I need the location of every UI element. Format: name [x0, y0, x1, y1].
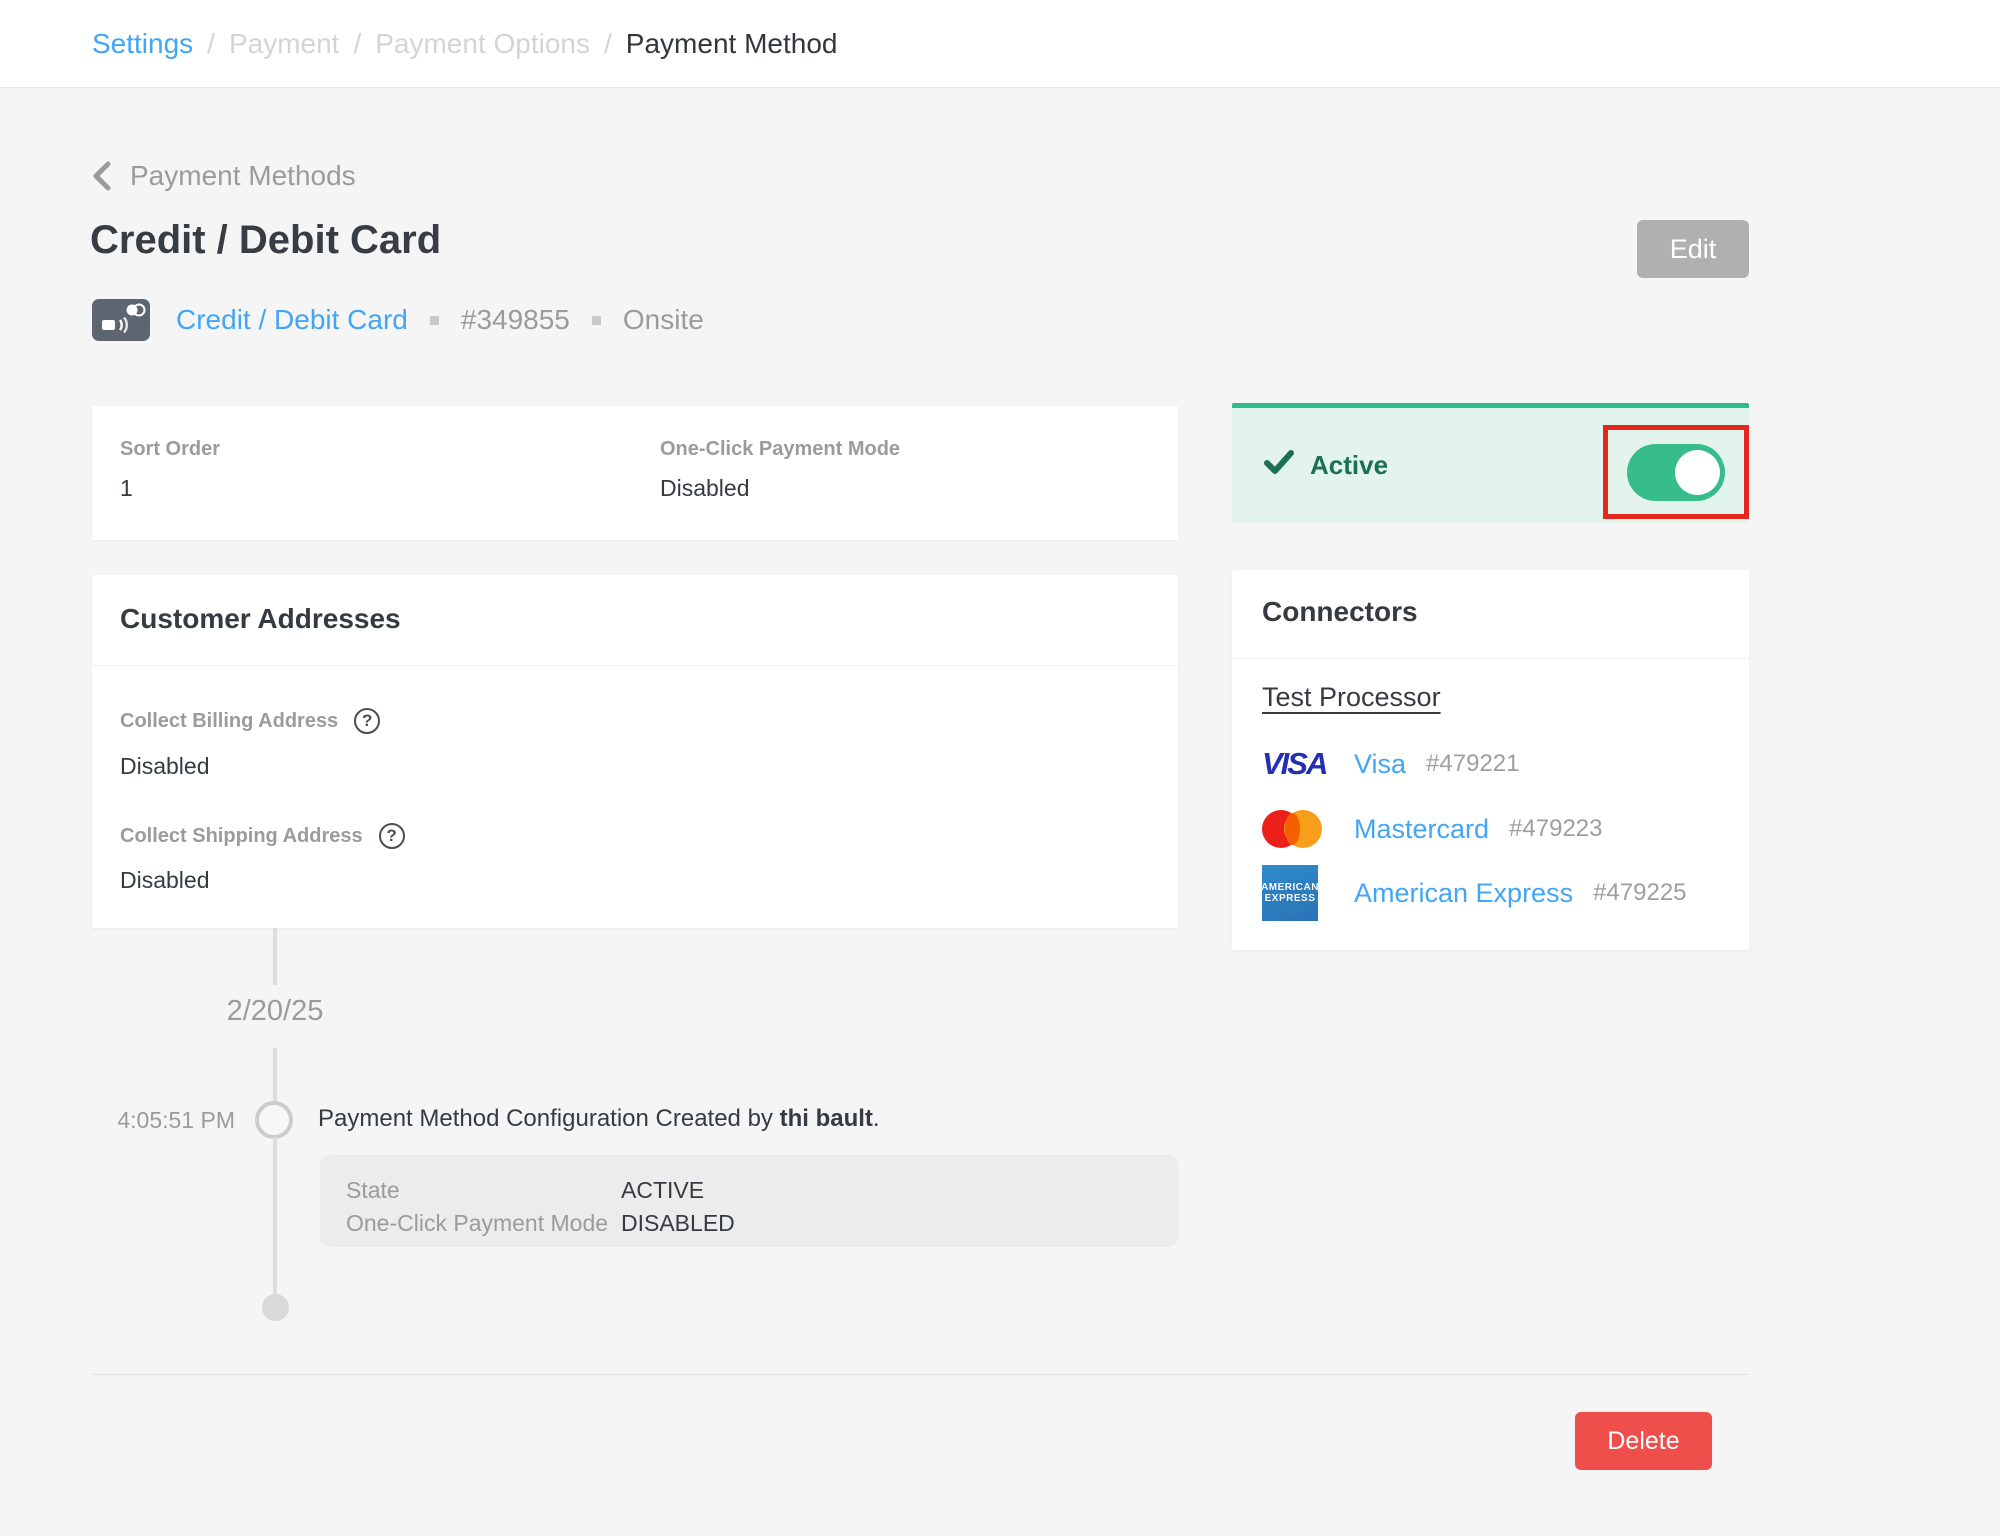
visa-logo-icon: VISA — [1262, 746, 1354, 782]
one-click-payment-mode-field: One-Click Payment Mode Disabled — [660, 438, 900, 502]
annotation-highlight-box — [1603, 425, 1749, 519]
breadcrumb-payment-options: Payment Options — [375, 28, 590, 60]
connector-row-visa: VISA Visa #479221 — [1262, 735, 1519, 793]
amex-logo-line1: AMERICAN — [1261, 882, 1319, 893]
event-state-label: State — [346, 1177, 621, 1204]
timeline-date: 2/20/25 — [175, 995, 375, 1028]
connector-row-mastercard: Mastercard #479223 — [1262, 800, 1602, 858]
divider — [92, 1374, 1749, 1375]
breadcrumb-payment: Payment — [229, 28, 340, 60]
summary-card: Sort Order 1 One-Click Payment Mode Disa… — [92, 406, 1178, 540]
amex-id: #479225 — [1593, 879, 1686, 907]
amex-logo-line2: EXPRESS — [1265, 893, 1316, 904]
mastercard-link[interactable]: Mastercard — [1354, 814, 1489, 845]
event-detail-row: State ACTIVE — [346, 1174, 1178, 1207]
page-title: Credit / Debit Card — [90, 218, 441, 263]
amex-link[interactable]: American Express — [1354, 878, 1573, 909]
collect-billing-address-label-row: Collect Billing Address ? — [120, 708, 380, 734]
active-status: Active — [1264, 450, 1388, 481]
payment-method-mode: Onsite — [623, 304, 704, 336]
breadcrumb-separator: / — [353, 28, 361, 60]
breadcrumb-separator: / — [604, 28, 612, 60]
event-text-suffix: . — [873, 1105, 880, 1132]
visa-wordmark: VISA — [1262, 746, 1326, 782]
breadcrumb: Settings / Payment / Payment Options / P… — [92, 28, 837, 60]
breadcrumb-payment-method: Payment Method — [626, 28, 838, 60]
collect-billing-address-value: Disabled — [120, 753, 210, 780]
event-one-click-value: DISABLED — [621, 1210, 735, 1237]
divider — [1232, 658, 1749, 659]
customer-addresses-card: Customer Addresses Collect Billing Addre… — [92, 575, 1178, 928]
active-toggle[interactable] — [1627, 444, 1725, 501]
timeline-event-marker — [255, 1101, 293, 1139]
payment-method-summary-row: Credit / Debit Card #349855 Onsite — [92, 296, 704, 344]
timeline-event-text: Payment Method Configuration Created by … — [318, 1105, 880, 1133]
timeline-line — [273, 928, 277, 985]
timeline-event-details: State ACTIVE One-Click Payment Mode DISA… — [320, 1155, 1178, 1247]
help-icon[interactable]: ? — [379, 823, 405, 849]
back-link-label: Payment Methods — [130, 160, 356, 192]
chevron-left-icon — [92, 161, 112, 191]
breadcrumb-settings[interactable]: Settings — [92, 28, 193, 60]
connector-row-amex: AMERICAN EXPRESS American Express #47922… — [1262, 864, 1687, 922]
edit-button[interactable]: Edit — [1637, 220, 1749, 278]
active-status-label: Active — [1310, 450, 1388, 481]
divider — [92, 665, 1178, 666]
test-processor-link[interactable]: Test Processor — [1262, 682, 1441, 713]
one-click-payment-mode-value: Disabled — [660, 475, 900, 502]
timeline-event-time: 4:05:51 PM — [40, 1107, 235, 1134]
separator-dot — [592, 316, 601, 325]
sort-order-value: 1 — [120, 475, 220, 502]
timeline-line — [273, 1137, 277, 1295]
one-click-payment-mode-label: One-Click Payment Mode — [660, 438, 900, 461]
event-text-prefix: Payment Method Configuration Created by — [318, 1105, 780, 1132]
mastercard-id: #479223 — [1509, 815, 1602, 843]
event-state-value: ACTIVE — [621, 1177, 704, 1204]
active-status-banner: Active — [1232, 403, 1749, 523]
amex-logo-icon: AMERICAN EXPRESS — [1262, 865, 1354, 921]
help-icon[interactable]: ? — [354, 708, 380, 734]
separator-dot — [430, 316, 439, 325]
payment-method-id: #349855 — [461, 304, 570, 336]
collect-shipping-address-label: Collect Shipping Address — [120, 825, 363, 848]
sort-order-field: Sort Order 1 — [120, 438, 220, 502]
back-to-payment-methods-link[interactable]: Payment Methods — [92, 160, 356, 192]
breadcrumb-separator: / — [207, 28, 215, 60]
checkmark-icon — [1264, 450, 1294, 481]
customer-addresses-title: Customer Addresses — [120, 603, 401, 635]
mastercard-logo-icon — [1262, 810, 1354, 848]
event-actor: thi bault — [780, 1105, 873, 1132]
visa-link[interactable]: Visa — [1354, 749, 1406, 780]
sort-order-label: Sort Order — [120, 438, 220, 461]
top-bar: Settings / Payment / Payment Options / P… — [0, 0, 2000, 88]
collect-shipping-address-value: Disabled — [120, 867, 210, 894]
delete-button[interactable]: Delete — [1575, 1412, 1712, 1470]
timeline-end-dot — [262, 1294, 289, 1321]
event-one-click-label: One-Click Payment Mode — [346, 1210, 621, 1237]
payment-method-type-link[interactable]: Credit / Debit Card — [176, 304, 408, 336]
collect-shipping-address-label-row: Collect Shipping Address ? — [120, 823, 405, 849]
connectors-title: Connectors — [1262, 596, 1418, 628]
connectors-card: Connectors Test Processor VISA Visa #479… — [1232, 570, 1749, 950]
collect-billing-address-label: Collect Billing Address — [120, 710, 338, 733]
visa-id: #479221 — [1426, 750, 1519, 778]
timeline-line — [273, 1048, 277, 1102]
toggle-knob — [1675, 450, 1720, 495]
event-detail-row: One-Click Payment Mode DISABLED — [346, 1207, 1178, 1240]
credit-card-icon — [92, 299, 150, 341]
